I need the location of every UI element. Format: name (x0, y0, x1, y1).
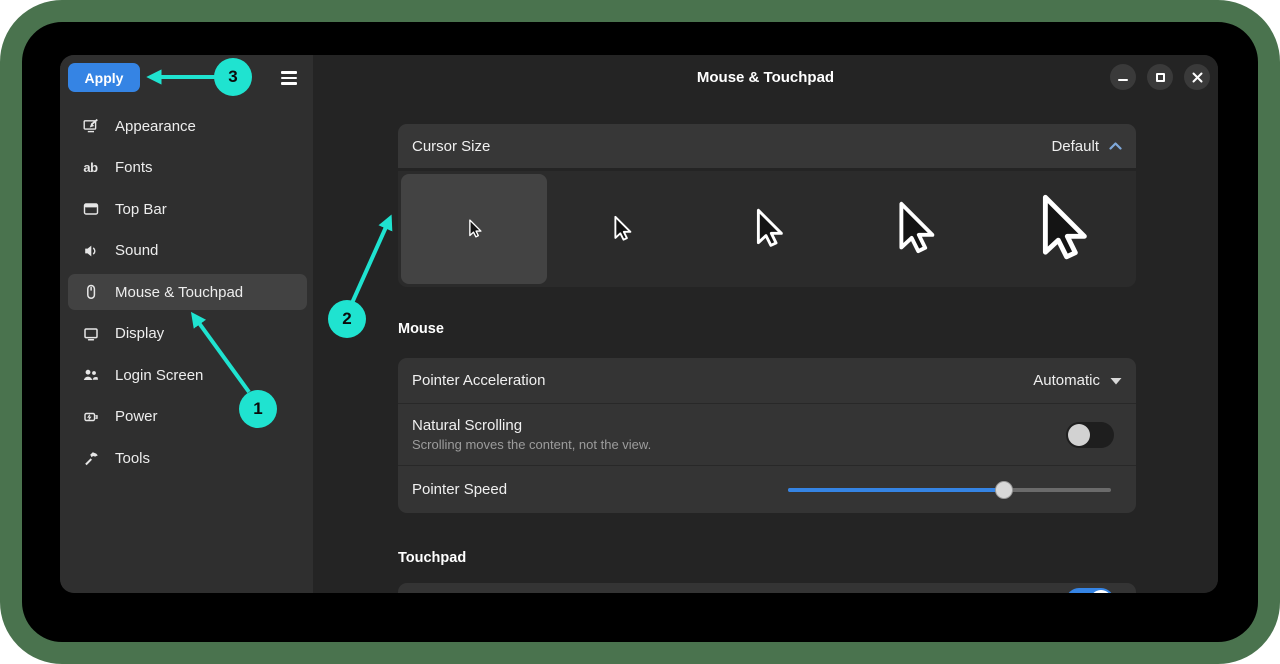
sidebar-item-mouse-touchpad[interactable]: Mouse & Touchpad (68, 274, 307, 310)
annotation-badge-3: 3 (214, 58, 252, 96)
natural-scrolling-toggle[interactable] (1066, 422, 1114, 448)
menu-button[interactable] (271, 64, 307, 92)
cursor-preview-icon (744, 206, 790, 252)
hamburger-icon (281, 71, 297, 85)
pointer-acceleration-row[interactable]: Pointer Acceleration Automatic (398, 358, 1136, 403)
close-button[interactable] (1184, 64, 1210, 90)
window-title: Mouse & Touchpad (313, 55, 1218, 99)
sidebar-item-label: Login Screen (115, 367, 203, 384)
touchpad-toggle[interactable] (1066, 588, 1114, 593)
minimize-button[interactable] (1110, 64, 1136, 90)
natural-scrolling-row: Natural Scrolling Scrolling moves the co… (398, 404, 1136, 465)
pointer-speed-row: Pointer Speed (398, 466, 1136, 513)
login-screen-icon (82, 367, 99, 383)
sidebar-item-top-bar[interactable]: Top Bar (68, 191, 307, 227)
sidebar-item-display[interactable]: Display (68, 316, 307, 352)
pointer-speed-label: Pointer Speed (412, 481, 507, 498)
cursor-size-option-3[interactable] (694, 174, 840, 284)
pointer-speed-slider[interactable] (788, 481, 1111, 499)
cursor-size-option-1[interactable] (401, 174, 547, 284)
cursor-size-label: Cursor Size (412, 138, 490, 155)
tools-icon (82, 450, 99, 466)
mouse-card: Pointer Acceleration Automatic Natural S… (398, 358, 1136, 513)
natural-scrolling-subtitle: Scrolling moves the content, not the vie… (412, 437, 651, 452)
cursor-preview-icon (463, 218, 485, 240)
pointer-acceleration-value: Automatic (1033, 372, 1100, 389)
cursor-size-option-5[interactable] (987, 174, 1133, 284)
cursor-size-row[interactable]: Cursor Size Default (398, 124, 1136, 168)
display-icon (82, 326, 99, 342)
appearance-icon (82, 118, 99, 134)
cursor-size-card: Cursor Size Default (398, 124, 1136, 287)
cursor-preview-icon (606, 214, 636, 244)
sidebar-item-sound[interactable]: Sound (68, 233, 307, 269)
chevron-up-icon (1109, 142, 1122, 150)
sidebar-item-label: Appearance (115, 118, 196, 135)
badge-number: 3 (228, 67, 237, 87)
mouse-icon (82, 284, 99, 300)
cursor-preview-icon (882, 198, 944, 260)
badge-number: 1 (253, 399, 262, 419)
badge-number: 2 (342, 309, 351, 329)
screenshot-canvas: Apply Appearance (0, 0, 1280, 664)
sidebar-item-label: Power (115, 408, 158, 425)
fonts-icon: ab (82, 160, 99, 176)
minimize-icon (1118, 79, 1128, 81)
cursor-size-option-4[interactable] (840, 174, 986, 284)
cursor-preview-strip (398, 171, 1136, 287)
power-icon (82, 409, 99, 425)
sidebar-item-label: Display (115, 325, 164, 342)
annotation-badge-1: 1 (239, 390, 277, 428)
sidebar-item-label: Tools (115, 450, 150, 467)
sidebar-item-label: Fonts (115, 159, 153, 176)
window-controls (1110, 64, 1210, 90)
cursor-preview-icon (1021, 190, 1099, 268)
apply-button[interactable]: Apply (68, 63, 140, 92)
sound-icon (82, 243, 99, 259)
pointer-acceleration-label: Pointer Acceleration (412, 372, 545, 389)
touchpad-section-heading: Touchpad (398, 550, 466, 566)
sidebar-item-appearance[interactable]: Appearance (68, 108, 307, 144)
natural-scrolling-label: Natural Scrolling (412, 417, 651, 434)
app-window: Apply Appearance (60, 55, 1218, 593)
pointer-speed-fill (788, 488, 1004, 492)
cursor-size-option-2[interactable] (547, 174, 693, 284)
touchpad-card (398, 583, 1136, 593)
pointer-speed-knob[interactable] (995, 481, 1013, 499)
maximize-icon (1156, 73, 1165, 82)
close-icon (1192, 72, 1203, 83)
sidebar-item-label: Mouse & Touchpad (115, 284, 243, 301)
annotation-badge-2: 2 (328, 300, 366, 338)
chevron-down-icon (1110, 377, 1122, 385)
top-bar-icon (82, 201, 99, 217)
toggle-knob (1068, 424, 1090, 446)
maximize-button[interactable] (1147, 64, 1173, 90)
cursor-size-value: Default (1051, 138, 1099, 155)
sidebar-item-tools[interactable]: Tools (68, 440, 307, 476)
sidebar-item-label: Sound (115, 242, 158, 259)
sidebar-item-fonts[interactable]: ab Fonts (68, 150, 307, 186)
mouse-section-heading: Mouse (398, 321, 444, 337)
sidebar: Apply Appearance (60, 55, 313, 593)
main-pane: Mouse & Touchpad Cursor Size (313, 55, 1218, 593)
sidebar-item-label: Top Bar (115, 201, 167, 218)
sidebar-nav: Appearance ab Fonts Top Bar (68, 108, 307, 482)
sidebar-item-login-screen[interactable]: Login Screen (68, 357, 307, 393)
toggle-knob (1090, 590, 1112, 593)
